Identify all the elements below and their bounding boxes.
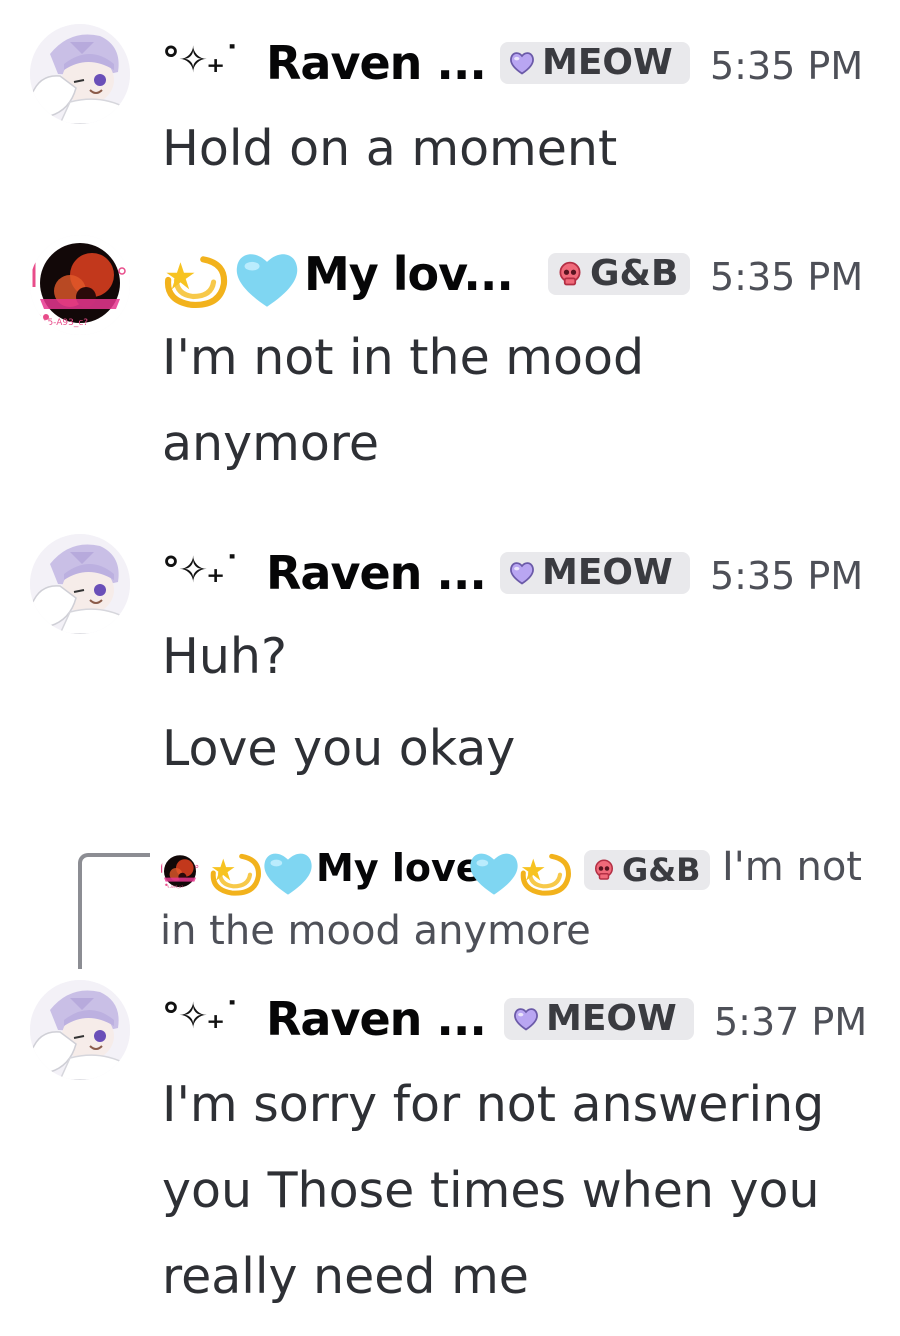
red-skull-icon [556,260,584,288]
timestamp: 5:35 PM [710,44,864,88]
server-tag[interactable]: MEOW [504,998,694,1040]
server-tag[interactable]: G&B [548,253,690,295]
username-decoration: °✧₊˙ [162,40,241,81]
light-blue-heart-icon [260,848,316,898]
timestamp: 5:37 PM [714,1000,868,1044]
red-skull-icon [592,858,616,882]
dizzy-star-icon [162,249,228,311]
message-text: Hold on a moment [162,106,617,192]
reply-avatar [160,852,200,892]
server-tag[interactable]: MEOW [500,42,690,84]
message-line: Hold on a moment [162,120,618,177]
timestamp: 5:35 PM [710,554,864,598]
message-line: I'm sorry for not answering [162,1076,825,1133]
message-text: I'm sorry for not answering you Those ti… [162,1062,824,1320]
message-header: °✧₊˙ Raven ... MEOW 5:35 PM [162,36,882,96]
server-tag[interactable]: MEOW [500,552,690,594]
message-header: My lov... G&B 5:35 PM [162,247,882,307]
light-blue-heart-icon [466,848,522,898]
server-tag[interactable]: G&B [584,850,710,890]
message-line: I'm not in the mood [162,329,645,386]
reply-username[interactable]: My love [316,846,482,890]
username-decoration: °✧₊˙ [162,550,241,591]
server-tag-label: MEOW [542,42,673,83]
reply-connector [78,853,150,969]
purple-heart-icon [508,49,536,77]
reply-text-continued: in the mood anymore [160,908,591,954]
avatar[interactable] [30,980,130,1080]
purple-heart-icon [508,559,536,587]
server-tag-label: G&B [622,851,701,889]
username[interactable]: Raven ... [266,546,487,600]
server-tag-label: MEOW [542,552,673,593]
dizzy-star-icon [208,848,262,898]
reply-preview[interactable]: My love G&B I'm not in the mood anymore [160,840,900,960]
message-line: Love you okay [162,720,516,777]
timestamp: 5:35 PM [710,255,864,299]
username-decoration: °✧₊˙ [162,996,241,1037]
server-tag-label: G&B [590,253,679,294]
message-line: you Those times when you [162,1162,820,1219]
message-line: really need me [162,1248,529,1305]
purple-heart-icon [512,1005,540,1033]
avatar[interactable] [30,24,130,124]
avatar[interactable] [30,534,130,634]
server-tag-label: MEOW [546,998,677,1039]
message-line: anymore [162,415,380,472]
avatar[interactable] [30,235,130,335]
reply-text: I'm not [722,844,862,890]
message-text: Huh? Love you okay [162,614,515,792]
dizzy-star-icon [518,848,572,898]
message-text: I'm not in the mood anymore [162,315,644,487]
message-header: °✧₊˙ Raven ... MEOW 5:37 PM [162,992,882,1052]
username[interactable]: My lov... [304,247,514,301]
light-blue-heart-icon [232,247,302,311]
message-header: °✧₊˙ Raven ... MEOW 5:35 PM [162,546,882,606]
username[interactable]: Raven ... [266,36,487,90]
message-line: Huh? [162,628,287,685]
username[interactable]: Raven ... [266,992,487,1046]
